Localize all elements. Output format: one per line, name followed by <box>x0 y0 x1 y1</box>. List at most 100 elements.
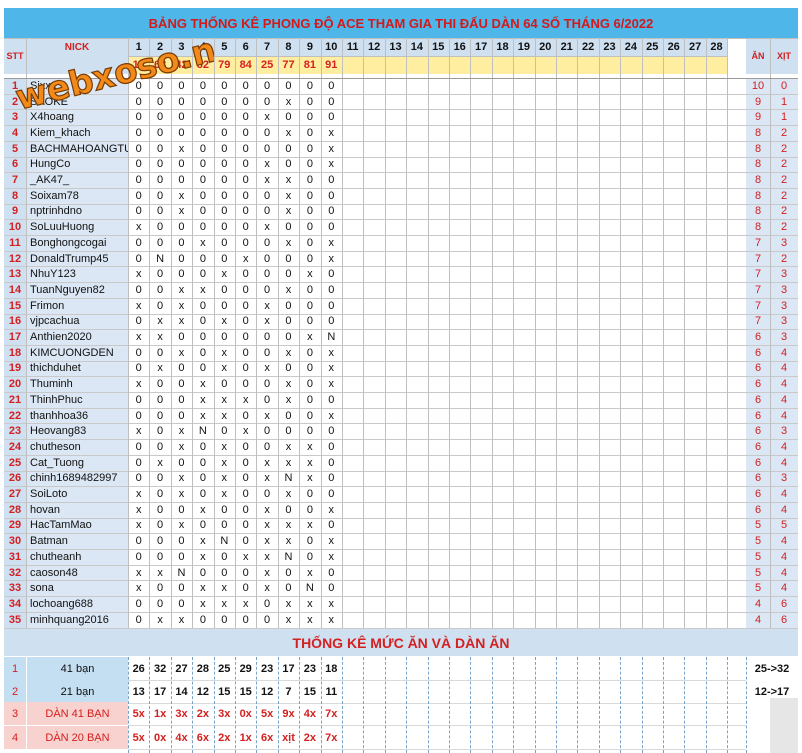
xit-count: 2 <box>780 252 788 265</box>
result-cell: x <box>264 503 270 516</box>
column-line <box>556 38 557 628</box>
result-cell: 0 <box>135 111 142 124</box>
stat-value: 15 <box>239 685 252 698</box>
row-stt: 5 <box>11 142 19 155</box>
row-stt: 22 <box>8 409 22 422</box>
result-cell: 0 <box>157 205 164 218</box>
result-cell: 0 <box>135 174 142 187</box>
result-cell: 0 <box>285 158 292 171</box>
result-cell: 0 <box>328 425 335 438</box>
stat-value: 7 <box>285 685 292 698</box>
result-cell: x <box>307 331 313 344</box>
result-cell: 0 <box>135 283 142 296</box>
stat-column-line <box>491 657 493 753</box>
an-count: 6 <box>754 409 762 422</box>
column-line <box>128 38 129 628</box>
stat-separator <box>128 749 746 750</box>
day-result: 32 <box>196 59 209 71</box>
result-cell: 0 <box>328 95 335 108</box>
result-cell: 0 <box>178 378 185 391</box>
player-nick: hovan <box>30 503 60 516</box>
result-cell: 0 <box>135 252 142 265</box>
column-line <box>149 38 151 628</box>
result-cell: x <box>307 456 313 469</box>
player-nick: Heovang83 <box>30 425 87 438</box>
result-cell: 0 <box>199 331 206 344</box>
result-cell: 0 <box>199 362 206 375</box>
column-line <box>491 38 493 628</box>
result-cell: 0 <box>306 362 313 375</box>
result-cell: 0 <box>242 535 249 548</box>
result-cell: 0 <box>157 346 164 359</box>
result-cell: 0 <box>328 566 335 579</box>
result-cell: x <box>178 472 185 485</box>
result-cell: 0 <box>157 378 164 391</box>
result-cell: 0 <box>285 503 292 516</box>
stat-value: 25 <box>218 662 231 675</box>
row-stt: 27 <box>8 488 22 501</box>
column-line <box>684 38 686 628</box>
stat-column-line <box>727 657 729 753</box>
stat-value: 14 <box>175 685 188 698</box>
result-cell: x <box>285 393 292 406</box>
stat-value: 17 <box>282 662 295 675</box>
result-cell: x <box>135 582 142 595</box>
result-cell: x <box>328 158 335 171</box>
result-cell: 0 <box>306 221 313 234</box>
result-cell: 0 <box>157 393 164 406</box>
row-stt: 21 <box>8 393 22 406</box>
result-cell: N <box>220 535 229 548</box>
day-header: 11 <box>346 41 359 53</box>
stat-value: 18 <box>325 662 338 675</box>
result-cell: 0 <box>178 158 185 171</box>
result-cell: x <box>242 252 249 265</box>
result-cell: 0 <box>285 268 292 281</box>
result-cell: x <box>242 597 249 610</box>
result-cell: 0 <box>157 503 164 516</box>
result-cell: x <box>135 378 142 391</box>
result-cell: 0 <box>242 331 249 344</box>
result-cell: 0 <box>135 158 142 171</box>
result-cell: x <box>264 111 270 124</box>
stat-column-line <box>641 657 643 753</box>
result-cell: x <box>221 582 228 595</box>
row-stt: 28 <box>8 503 22 516</box>
row-stt: 19 <box>8 362 22 375</box>
xit-count: 3 <box>780 236 788 249</box>
stat-value: 1x <box>239 731 252 744</box>
result-cell: 0 <box>306 283 313 296</box>
column-line <box>213 38 215 628</box>
stat-value: 28 <box>196 662 209 675</box>
result-cell: 0 <box>242 488 249 501</box>
result-cell: 0 <box>242 111 249 124</box>
day-header: 16 <box>453 41 466 53</box>
day-result: 68 <box>153 59 167 71</box>
result-cell: 0 <box>328 111 335 124</box>
stat-value: 1x <box>153 707 167 720</box>
an-count: 7 <box>754 236 762 249</box>
result-cell: 0 <box>242 456 249 469</box>
result-cell: x <box>178 142 185 155</box>
result-cell: 0 <box>157 472 164 485</box>
result-cell: 0 <box>135 362 142 375</box>
day-header: 9 <box>306 41 313 53</box>
an-count: 7 <box>754 315 762 328</box>
result-cell: 0 <box>306 488 313 501</box>
result-cell: 0 <box>242 268 249 281</box>
result-cell: 0 <box>221 205 228 218</box>
player-nick: Bonghongcogai <box>30 236 107 249</box>
result-cell: 0 <box>285 252 292 265</box>
stt-header: STT <box>6 51 24 61</box>
result-cell: 0 <box>242 378 249 391</box>
result-cell: 0 <box>178 111 185 124</box>
result-cell: 0 <box>199 111 206 124</box>
result-cell: 0 <box>221 425 228 438</box>
result-cell: 0 <box>178 126 185 139</box>
column-line <box>299 38 301 628</box>
result-cell: N <box>198 425 207 438</box>
result-cell: x <box>135 519 142 532</box>
result-cell: x <box>307 566 313 579</box>
stat-value: 12 <box>260 685 274 698</box>
result-cell: x <box>178 299 185 312</box>
stat-value: 7x <box>325 707 338 720</box>
